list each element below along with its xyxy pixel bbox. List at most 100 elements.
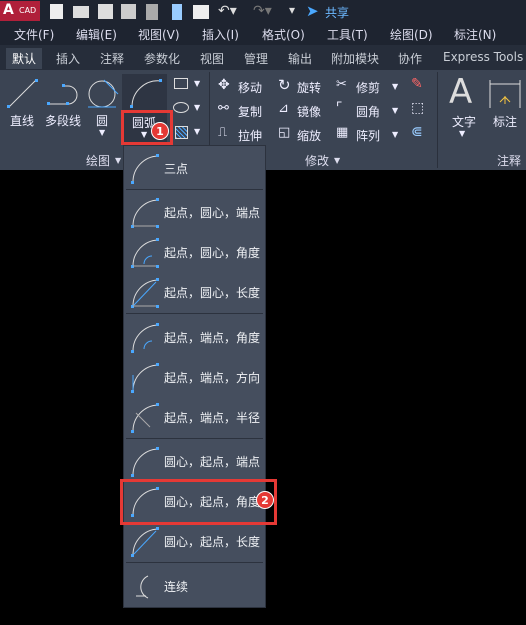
arc-option-continue[interactable]: 连续 bbox=[124, 566, 265, 606]
tab-view[interactable]: 视图 bbox=[200, 50, 224, 67]
tab-express-tools[interactable]: Express Tools bbox=[443, 50, 523, 64]
arc-option-start-center-length[interactable]: 起点，圆心，长度 bbox=[124, 272, 265, 312]
arc-option-center-start-end[interactable]: 圆心，起点，端点 bbox=[124, 441, 265, 481]
modify-panel-dropdown-icon[interactable]: ▼ bbox=[334, 156, 340, 165]
new-file-icon[interactable] bbox=[50, 4, 63, 19]
arc-dropdown-menu: 三点 起点，圆心，端点 起点，圆心，角度 起点，圆心，长度 起点，端点，角度 起点，端点，… bbox=[123, 145, 266, 608]
logo-letter: A bbox=[3, 2, 14, 18]
arc-option-three-point[interactable]: 三点 bbox=[124, 148, 265, 188]
text-button[interactable]: 文字 bbox=[452, 113, 476, 130]
customize-dropdown-icon[interactable]: ▾ bbox=[289, 3, 295, 17]
stretch-button[interactable]: 拉伸 bbox=[238, 127, 262, 144]
polyline-label[interactable]: 多段线 bbox=[45, 112, 81, 129]
open-folder-icon[interactable] bbox=[73, 6, 89, 18]
ellipse-icon[interactable] bbox=[173, 102, 189, 113]
scale-button[interactable]: 缩放 bbox=[297, 127, 321, 144]
dimension-button[interactable]: 标注 bbox=[493, 113, 517, 130]
arc-option-label: 起点，圆心，长度 bbox=[164, 286, 261, 300]
rectangle-dropdown-icon[interactable]: ▼ bbox=[194, 79, 200, 88]
arc-option-label: 起点，圆心，端点 bbox=[164, 206, 261, 220]
tab-insert[interactable]: 插入 bbox=[56, 50, 80, 67]
mirror-button[interactable]: 镜像 bbox=[297, 103, 321, 120]
arc-option-start-end-angle[interactable]: 起点，端点，角度 bbox=[124, 317, 265, 357]
dimension-icon[interactable] bbox=[488, 78, 522, 110]
tab-manage[interactable]: 管理 bbox=[244, 50, 268, 67]
share-icon[interactable]: ➤ bbox=[306, 2, 319, 20]
arc-option-center-start-length[interactable]: 圆心，起点，长度 bbox=[124, 521, 265, 561]
hatch-dropdown-icon[interactable]: ▼ bbox=[194, 127, 200, 136]
arc-option-start-end-direction[interactable]: 起点，端点，方向 bbox=[124, 357, 265, 397]
circle-icon[interactable] bbox=[86, 78, 120, 110]
tab-output[interactable]: 输出 bbox=[288, 50, 312, 67]
app-logo[interactable]: A CAD bbox=[0, 1, 40, 21]
menu-view[interactable]: 视图(V) bbox=[138, 26, 180, 43]
share-button[interactable]: 共享 bbox=[325, 4, 349, 21]
arc-option-icon bbox=[131, 363, 159, 393]
text-icon[interactable]: A bbox=[449, 72, 472, 112]
copy-button[interactable]: 复制 bbox=[238, 103, 262, 120]
text-dropdown-icon[interactable]: ▼ bbox=[459, 129, 465, 138]
trim-button[interactable]: 修剪 bbox=[356, 79, 380, 96]
menu-insert[interactable]: 插入(I) bbox=[202, 26, 239, 43]
menu-dimension[interactable]: 标注(N) bbox=[454, 26, 496, 43]
circle-label[interactable]: 圆 bbox=[96, 112, 108, 129]
arc-icon bbox=[130, 79, 162, 108]
arc-option-label: 连续 bbox=[164, 580, 189, 594]
fillet-dropdown-icon[interactable]: ▼ bbox=[392, 106, 398, 115]
arc-option-label: 圆心，起点，长度 bbox=[164, 535, 261, 549]
tab-annotate[interactable]: 注释 bbox=[100, 50, 124, 67]
array-button[interactable]: 阵列 bbox=[356, 127, 380, 144]
menu-edit[interactable]: 编辑(E) bbox=[76, 26, 117, 43]
arc-option-start-end-radius[interactable]: 起点，端点，半径 bbox=[124, 397, 265, 437]
open-sheet-icon[interactable] bbox=[146, 4, 158, 20]
3d-box-icon[interactable]: ⬚ bbox=[411, 100, 424, 116]
arc-option-label: 起点，端点，角度 bbox=[164, 331, 261, 345]
line-icon[interactable] bbox=[6, 78, 38, 110]
polyline-icon[interactable] bbox=[46, 82, 80, 108]
arc-option-label: 起点，端点，半径 bbox=[164, 411, 261, 425]
tab-parametric[interactable]: 参数化 bbox=[144, 50, 180, 67]
offset-icon[interactable]: ⋐ bbox=[411, 124, 423, 140]
save-as-icon[interactable] bbox=[121, 4, 136, 19]
logo-text: CAD bbox=[19, 6, 37, 15]
arc-option-icon bbox=[131, 238, 159, 268]
tab-collaborate[interactable]: 协作 bbox=[398, 50, 422, 67]
redo-icon[interactable]: ↷▾ bbox=[253, 3, 272, 19]
scale-icon: ◱ bbox=[278, 125, 291, 140]
modify-panel-label[interactable]: 修改 bbox=[305, 152, 329, 169]
ellipse-dropdown-icon[interactable]: ▼ bbox=[194, 103, 200, 112]
fillet-button[interactable]: 圆角 bbox=[356, 103, 380, 120]
arc-option-icon bbox=[131, 198, 159, 228]
tab-addons[interactable]: 附加模块 bbox=[331, 50, 379, 67]
arc-option-start-center-angle[interactable]: 起点，圆心，角度 bbox=[124, 232, 265, 272]
circle-dropdown-icon[interactable]: ▼ bbox=[99, 128, 105, 137]
menu-tools[interactable]: 工具(T) bbox=[327, 26, 368, 43]
menu-format[interactable]: 格式(O) bbox=[262, 26, 305, 43]
tab-default[interactable]: 默认 bbox=[6, 48, 43, 69]
import-icon[interactable] bbox=[172, 4, 182, 20]
draw-panel-dropdown-icon[interactable]: ▼ bbox=[115, 156, 121, 165]
menu-separator bbox=[126, 189, 263, 190]
draw-panel-label[interactable]: 绘图 bbox=[86, 152, 110, 169]
arc-option-start-center-end[interactable]: 起点，圆心，端点 bbox=[124, 192, 265, 232]
arc-option-icon bbox=[131, 527, 159, 557]
step-badge-1: 1 bbox=[151, 122, 169, 140]
annotation-panel-label[interactable]: 注释 bbox=[497, 152, 521, 169]
array-dropdown-icon[interactable]: ▼ bbox=[392, 130, 398, 139]
erase-icon[interactable]: ✎ bbox=[411, 76, 423, 92]
arc-option-icon bbox=[131, 278, 159, 308]
arc-option-label: 三点 bbox=[164, 162, 189, 176]
menu-draw[interactable]: 绘图(D) bbox=[390, 26, 433, 43]
menu-bar: 文件(F) 编辑(E) 视图(V) 插入(I) 格式(O) 工具(T) 绘图(D… bbox=[0, 23, 526, 45]
rotate-button[interactable]: 旋转 bbox=[297, 79, 321, 96]
undo-icon[interactable]: ↶▾ bbox=[218, 3, 237, 19]
move-button[interactable]: 移动 bbox=[238, 79, 262, 96]
print-icon[interactable] bbox=[193, 5, 209, 19]
trim-dropdown-icon[interactable]: ▼ bbox=[392, 82, 398, 91]
menu-file[interactable]: 文件(F) bbox=[14, 26, 54, 43]
hatch-icon[interactable] bbox=[175, 126, 188, 139]
title-bar: A CAD ↶▾ ↷▾ ▾ ➤ 共享 bbox=[0, 0, 526, 23]
save-icon[interactable] bbox=[98, 4, 113, 19]
rectangle-icon[interactable] bbox=[174, 78, 188, 89]
line-label[interactable]: 直线 bbox=[10, 112, 34, 129]
